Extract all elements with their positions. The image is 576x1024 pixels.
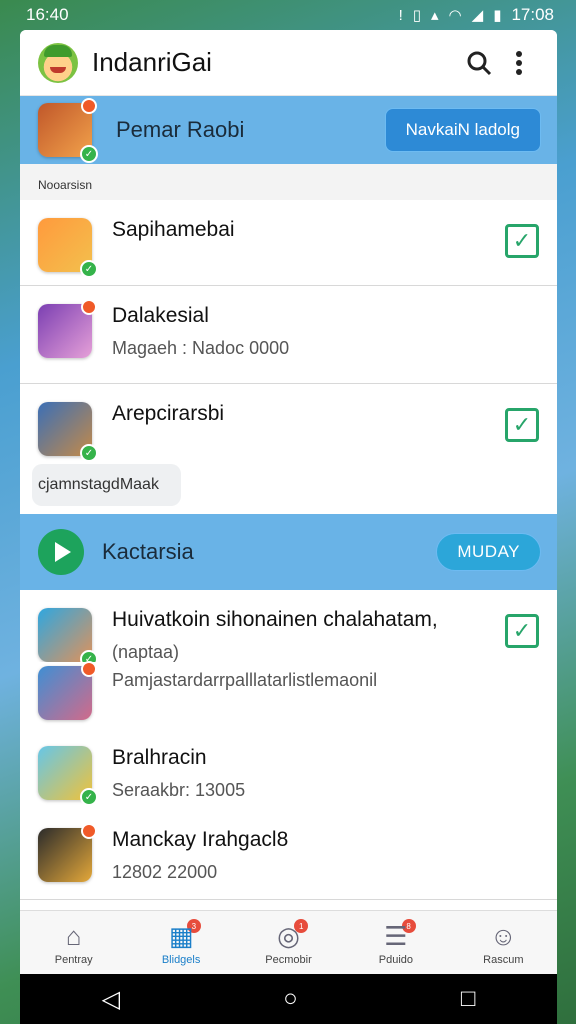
item-subtitle: Seraakbr: 13005: [112, 780, 246, 800]
recent-apps-button[interactable]: □: [461, 985, 476, 1013]
item-text: Bralhracin Seraakbr: 13005: [112, 746, 539, 801]
wifi-icon: ◠: [448, 7, 462, 24]
section-caption: Nooarsisn: [20, 164, 557, 200]
item-name: Huivatkoin sihonainen chalahatam,: [112, 608, 438, 631]
section-header-featured: ✓ Pemar Raobi NavkaiN ladolg: [20, 96, 557, 164]
verified-icon: ✓: [80, 788, 98, 806]
home-icon: ⌂: [65, 920, 82, 951]
item-name: Arepcirarsbi: [112, 402, 225, 425]
search-button[interactable]: [459, 43, 499, 83]
featured-app-icon[interactable]: ✓: [38, 98, 98, 163]
play-store-icon: [38, 529, 84, 575]
section-action-button[interactable]: NavkaiN ladolg: [384, 108, 541, 152]
news-icon: ☰: [384, 920, 408, 951]
bottom-navigation: ⌂ Pentray 3 ▦ Blidgels 1 ◎ Pecmobir 8 ☰ Pduido ☺ Ras…: [20, 910, 557, 974]
nav-label: Blidgels: [161, 953, 201, 966]
search-icon: [467, 51, 492, 75]
notification-icon: !: [398, 6, 403, 24]
store-icon: ▦: [168, 920, 194, 951]
signal-icon: ▴: [431, 7, 439, 24]
item-subtitle: 12802 22000: [112, 862, 218, 882]
app-icon: [38, 661, 97, 720]
app-icon: [38, 823, 97, 882]
nav-item[interactable]: ⌂ Pentray: [20, 911, 127, 974]
vibrate-icon: ▯: [412, 7, 422, 24]
verified-icon: ✓: [80, 145, 98, 163]
section-title: Pemar Raobi: [116, 117, 245, 142]
home-button[interactable]: ○: [283, 985, 298, 1013]
item-text: Manckay Irahgacl8 12802 22000: [112, 828, 539, 883]
list-item[interactable]: ✓ Sapihamebai ✓: [20, 200, 557, 286]
item-name: Dalakesial: [112, 304, 209, 327]
nav-item[interactable]: 3 ▦ Blidgels: [127, 911, 234, 974]
battery-icon: ▮: [493, 7, 502, 24]
item-name: Sapihamebai: [112, 218, 235, 241]
notification-dot-icon: [81, 98, 97, 114]
checkbox-checked-icon[interactable]: ✓: [505, 224, 539, 258]
checkbox-checked-icon[interactable]: ✓: [505, 614, 539, 648]
notification-dot-icon: [81, 299, 97, 315]
status-bar: 16:40 ! ▯ ▴ ◠ ◢ ▮ 17:08: [0, 0, 576, 30]
item-subtitle: (naptaa): [112, 642, 180, 662]
verified-icon: ✓: [80, 260, 98, 278]
kebab-menu-icon: [516, 50, 522, 75]
list-item[interactable]: Manckay Irahgacl8 12802 22000: [20, 820, 557, 900]
list-item[interactable]: Pamjastardarrpalllatarlistlemaonil: [20, 661, 557, 738]
item-name: Bralhracin: [112, 746, 207, 769]
list-item[interactable]: ✓ Arepcirarsbi ✓ cjamnstagdMaak: [20, 384, 557, 514]
nav-item[interactable]: 8 ☰ Pduido: [342, 911, 449, 974]
verified-icon: ✓: [80, 444, 98, 462]
more-options-button[interactable]: [499, 43, 539, 83]
app-icon: ✓: [38, 608, 98, 668]
notification-dot-icon: [81, 661, 97, 677]
back-button[interactable]: ◁: [102, 985, 120, 1014]
update-button[interactable]: MUDAY: [436, 533, 541, 571]
compass-icon: ◎: [277, 920, 300, 951]
list-item[interactable]: ✓ Bralhracin Seraakbr: 13005: [20, 738, 557, 820]
system-navigation-bar: ◁ ○ □: [20, 974, 557, 1024]
toast-message: cjamnstagdMaak: [32, 464, 181, 506]
app-list-primary: ✓ Sapihamebai ✓ Dalakesial Magaeh : Nadoc 00…: [20, 200, 557, 514]
nav-label: Pentray: [54, 953, 93, 966]
checkbox-checked-icon[interactable]: ✓: [505, 408, 539, 442]
item-text: Huivatkoin sihonainen chalahatam, (naptaa…: [112, 608, 505, 663]
item-text: Pamjastardarrpalllatarlistlemaonil: [112, 666, 539, 691]
app-logo-icon: [38, 42, 78, 83]
app-icon: ✓: [38, 402, 98, 462]
app-icon: ✓: [38, 218, 98, 278]
section-header-store: Kactarsia MUDAY: [20, 514, 557, 590]
app-title: IndanriGai: [92, 47, 212, 77]
app-icon: [38, 299, 97, 358]
item-text: Sapihamebai: [112, 218, 505, 252]
app-icon: ✓: [38, 746, 98, 806]
profile-icon: ☺: [490, 920, 517, 951]
item-text: Dalakesial Magaeh : Nadoc 0000: [112, 304, 539, 359]
nav-label: Rascum: [483, 953, 524, 966]
nav-item[interactable]: ☺ Rascum: [450, 911, 557, 974]
app-bar: IndanriGai: [20, 30, 557, 96]
item-name: Manckay Irahgacl8: [112, 828, 289, 851]
nav-label: Pecmobir: [265, 953, 312, 966]
section-title: Kactarsia: [102, 539, 194, 564]
item-subtitle: Magaeh : Nadoc 0000: [112, 338, 290, 358]
list-item[interactable]: ✓ Huivatkoin sihonainen chalahatam, (napta…: [20, 590, 557, 668]
nav-label: Pduido: [378, 953, 414, 966]
item-subtitle: Pamjastardarrpalllatarlistlemaonil: [112, 670, 378, 690]
status-time-right: 17:08: [511, 5, 554, 24]
app-list-secondary: ✓ Huivatkoin sihonainen chalahatam, (napta…: [20, 590, 557, 900]
status-time-left: 16:40: [26, 5, 69, 24]
app-window: IndanriGai ✓ Pemar Raobi NavkaiN ladolg …: [20, 30, 557, 974]
notification-dot-icon: [81, 823, 97, 839]
nav-item[interactable]: 1 ◎ Pecmobir: [235, 911, 342, 974]
list-item[interactable]: Dalakesial Magaeh : Nadoc 0000: [20, 286, 557, 384]
item-text: Arepcirarsbi: [112, 402, 505, 436]
cell-icon: ◢: [471, 7, 484, 24]
